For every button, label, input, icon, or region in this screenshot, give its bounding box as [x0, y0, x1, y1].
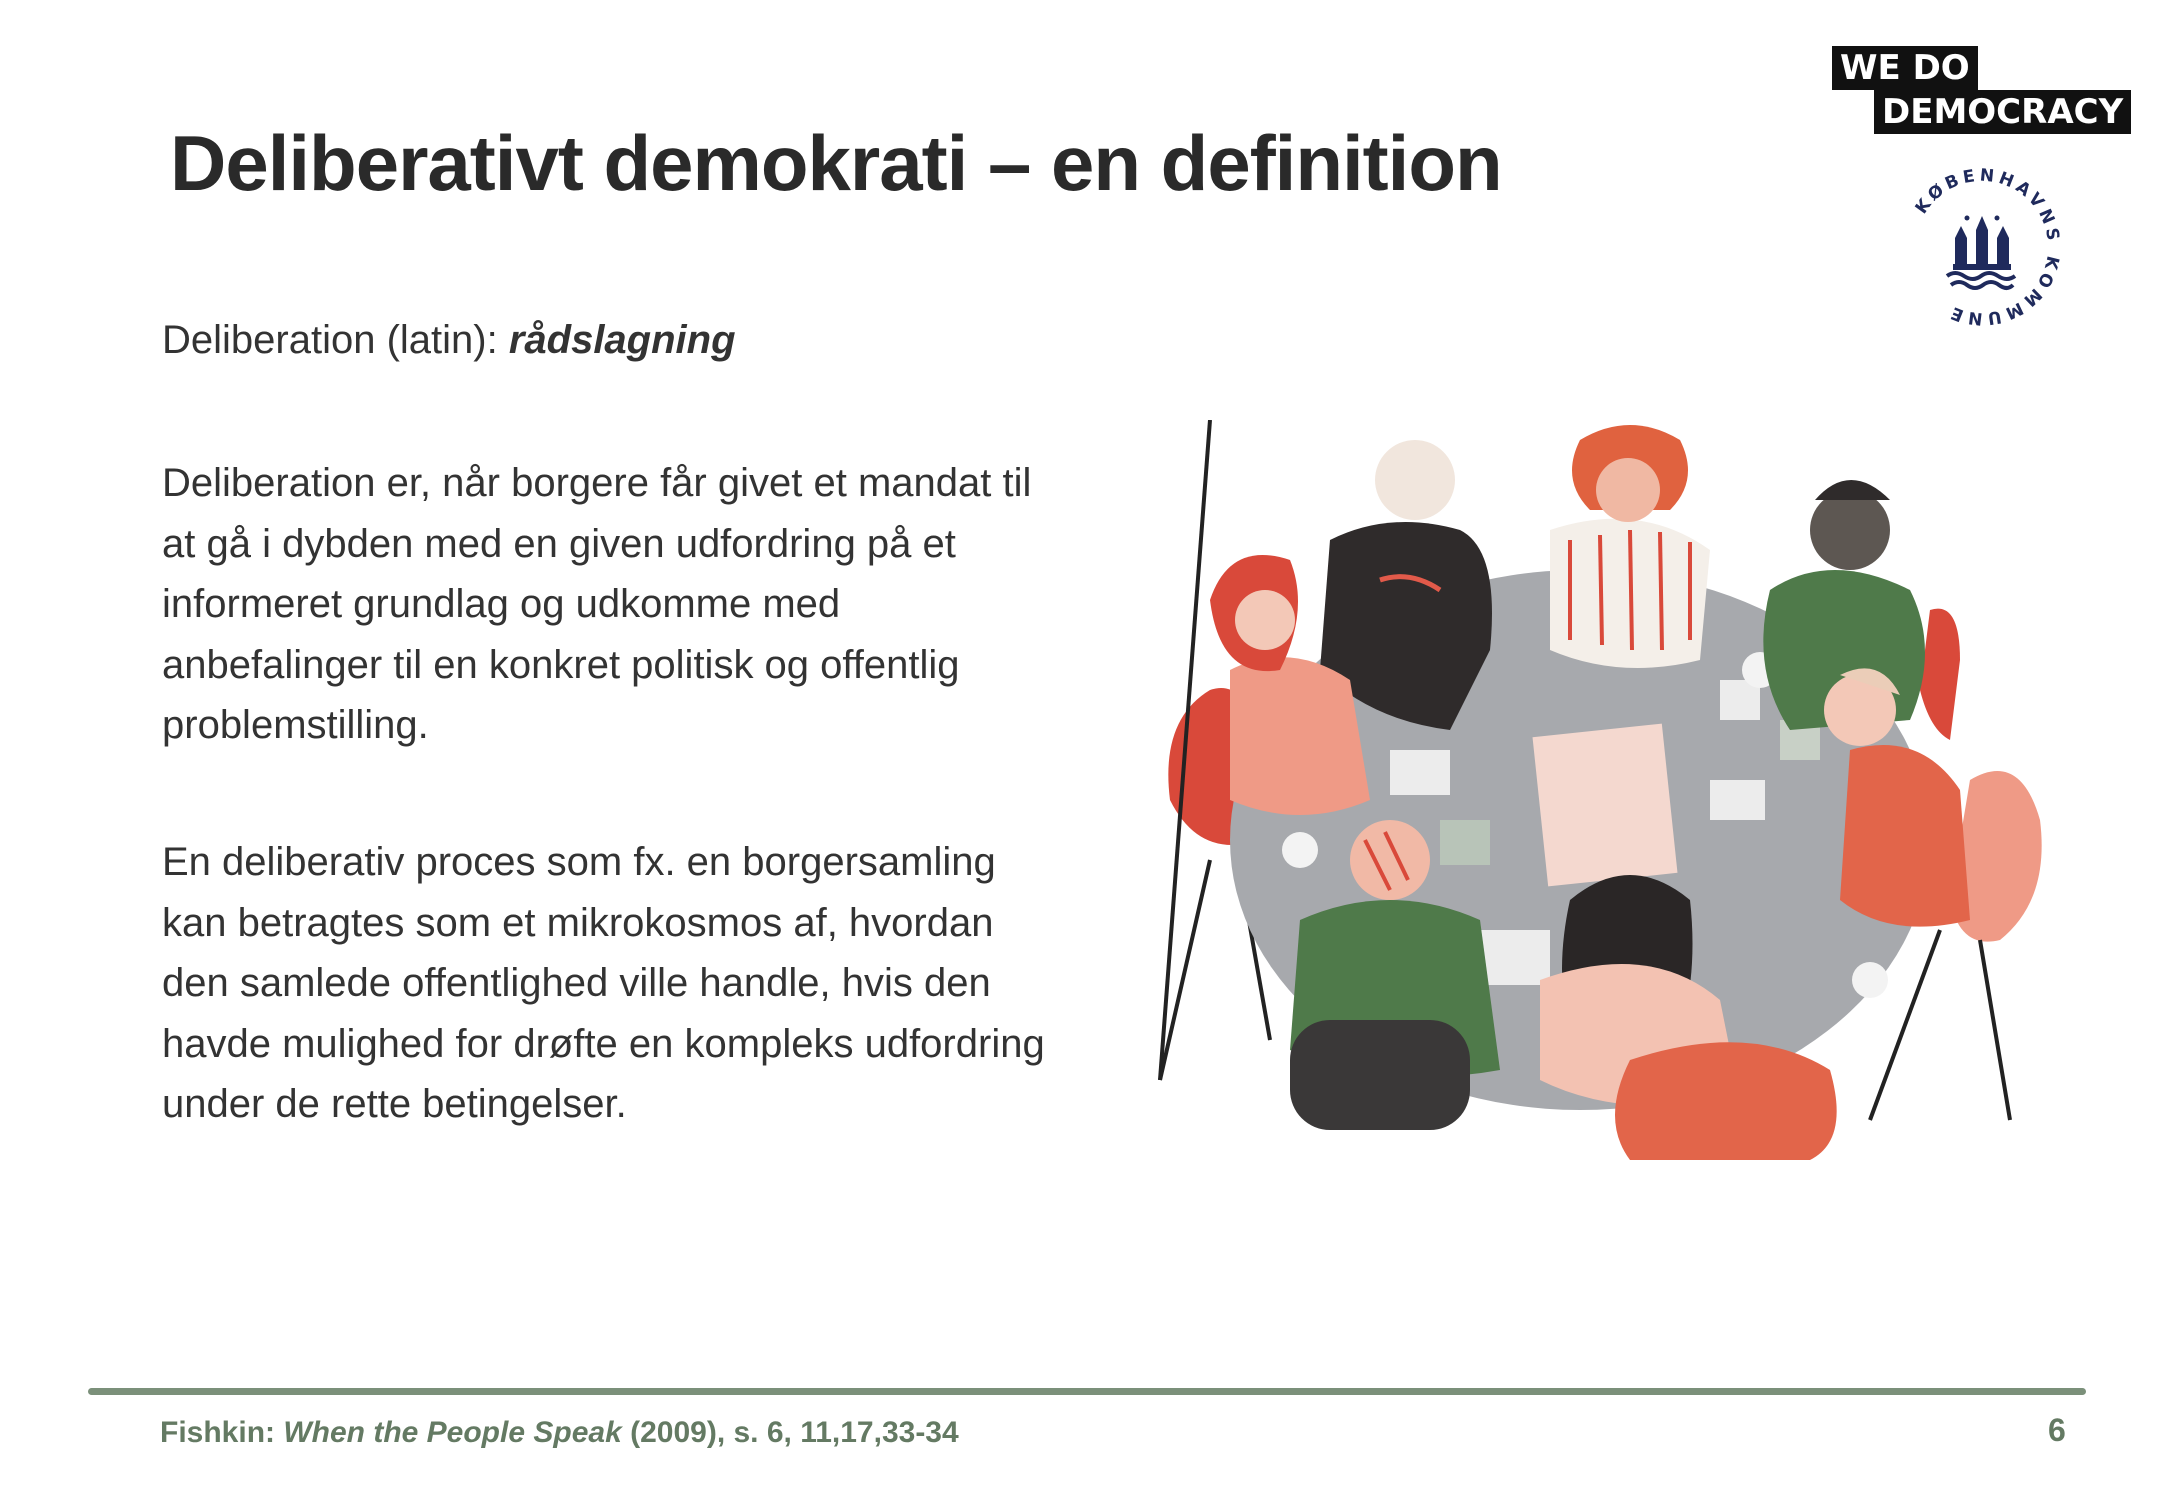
citation: Fishkin: When the People Speak (2009), s…	[160, 1416, 959, 1450]
citation-rest: (2009), s. 6, 11,17,33-34	[621, 1416, 959, 1449]
footer-divider	[88, 1388, 2086, 1395]
logo-line-2: DEMOCRACY	[1874, 90, 2132, 134]
definition-prefix: Deliberation (latin):	[162, 318, 509, 362]
definition-line: Deliberation (latin): rådslagning	[162, 318, 736, 363]
we-do-democracy-logo: WE DO DEMOCRACY	[1832, 46, 2132, 134]
page-number: 6	[2048, 1412, 2066, 1448]
logo-line-1: WE DO	[1832, 46, 1978, 90]
definition-term: rådslagning	[508, 318, 736, 362]
paragraph-2: En deliberativ proces som fx. en borgers…	[162, 840, 1045, 1126]
roundtable-illustration	[1158, 420, 2042, 1160]
citation-author: Fishkin:	[160, 1416, 284, 1449]
paragraph-1: Deliberation er, når borgere får givet e…	[162, 461, 1032, 747]
castle-icon	[1945, 215, 2017, 290]
kobenhavns-kommune-logo: KØBENHAVNS KOMMUNE	[1912, 165, 2060, 328]
citation-work: When the People Speak	[283, 1416, 622, 1449]
slide-title: Deliberativt demokrati – en definition	[170, 119, 1503, 207]
